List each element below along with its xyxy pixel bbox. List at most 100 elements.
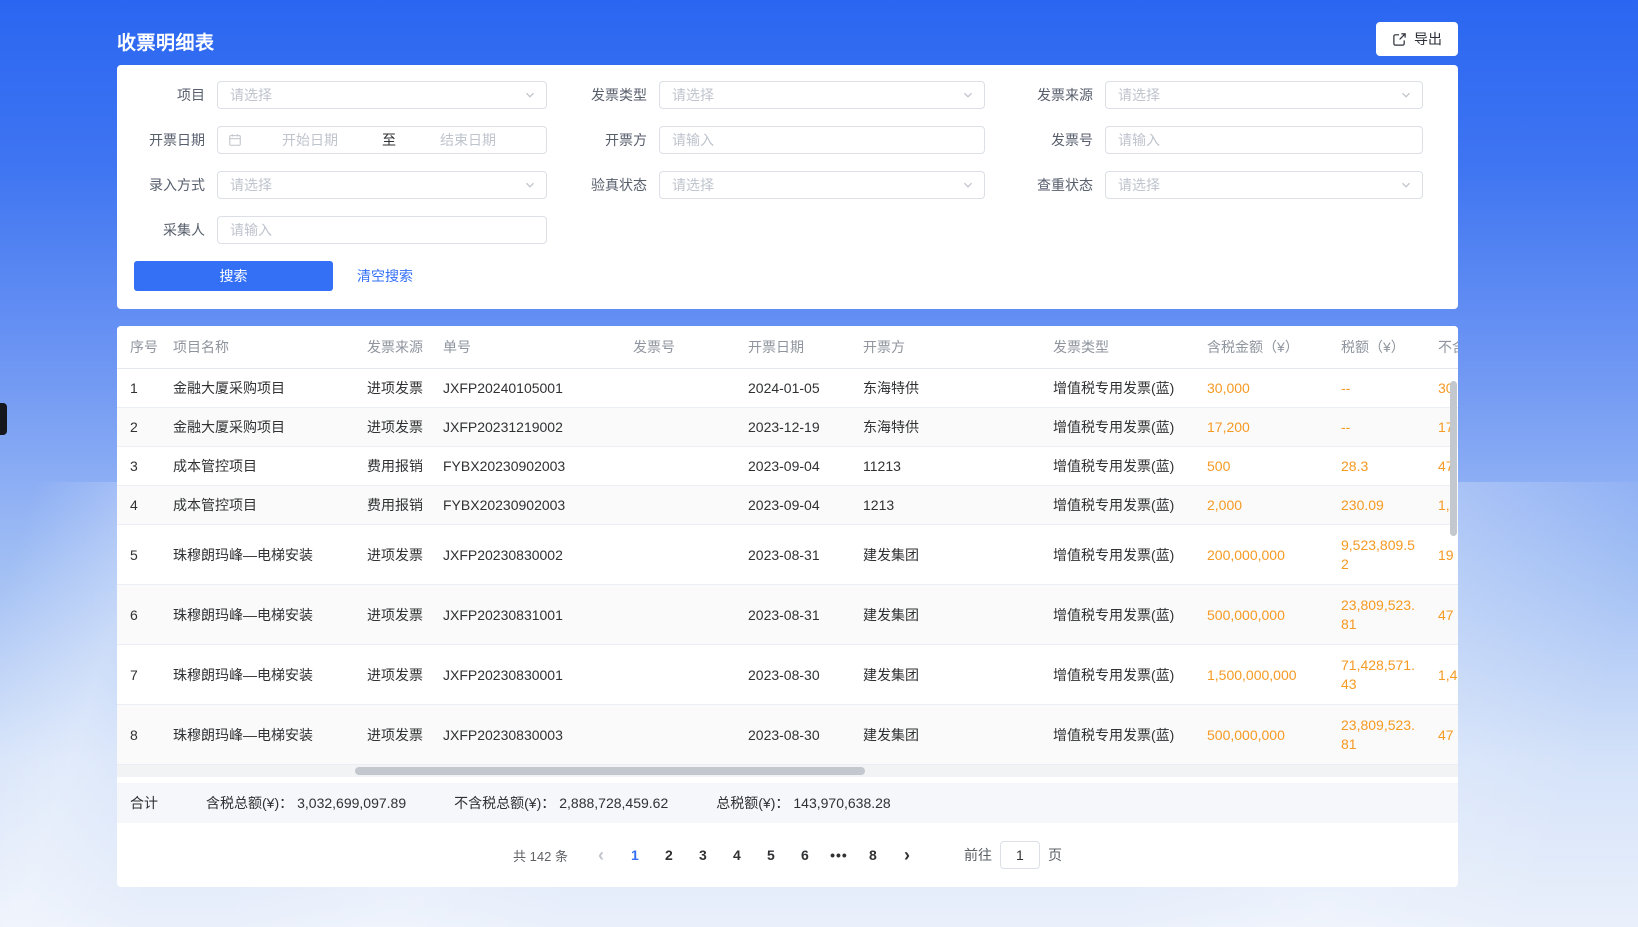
cell-project: 珠穆朗玛峰—电梯安装	[160, 545, 355, 565]
cell-source: 进项发票	[355, 417, 435, 437]
cell-amount-excl: 19	[1435, 547, 1458, 563]
table-row[interactable]: 7珠穆朗玛峰—电梯安装进项发票JXFP202308300012023-08-30…	[117, 645, 1458, 705]
project-select[interactable]: 请选择	[217, 81, 547, 109]
pagination: 共 142 条 ‹ 1 2 3 4 5 6 ••• 8 › 前往 页	[117, 823, 1458, 887]
side-drawer-handle[interactable]	[0, 403, 7, 435]
goto-unit: 页	[1048, 845, 1062, 865]
table-header-row: 序号 项目名称 发票来源 单号 发票号 开票日期 开票方 发票类型 含税金额（¥…	[117, 326, 1458, 369]
search-button[interactable]: 搜索	[134, 261, 333, 291]
cell-date: 2023-08-31	[735, 607, 855, 623]
summary-total-tax: 总税额(¥)：143,970,638.28	[716, 793, 890, 813]
cell-source: 进项发票	[355, 725, 435, 745]
chevron-down-icon	[524, 179, 536, 191]
cell-project: 成本管控项目	[160, 495, 355, 515]
entry-method-select[interactable]: 请选择	[217, 171, 547, 199]
collector-input[interactable]	[217, 216, 547, 244]
table-row[interactable]: 3成本管控项目费用报销FYBX202309020032023-09-041121…	[117, 447, 1458, 486]
page-button-5[interactable]: 5	[757, 841, 785, 869]
col-header-amount-incl: 含税金额（¥）	[1195, 337, 1330, 357]
verify-status-select[interactable]: 请选择	[659, 171, 985, 199]
cell-tax: 23,809,523.81	[1330, 716, 1435, 754]
cell-type: 增值税专用发票(蓝)	[1045, 417, 1195, 437]
cell-seq: 6	[117, 607, 160, 623]
entry-method-select-placeholder: 请选择	[230, 175, 272, 195]
dup-check-status-select[interactable]: 请选择	[1105, 171, 1423, 199]
cell-amount-incl: 17,200	[1195, 419, 1330, 435]
chevron-down-icon	[1400, 179, 1412, 191]
filter-project: 项目 请选择	[117, 81, 559, 109]
cell-tax: 9,523,809.52	[1330, 536, 1435, 574]
table-row[interactable]: 6珠穆朗玛峰—电梯安装进项发票JXFP20230831001 2023-08-31…	[117, 585, 1458, 645]
cell-order-no: JXFP20230831001	[435, 607, 625, 623]
cell-date: 2023-08-31	[735, 547, 855, 563]
cell-date: 2023-09-04	[735, 458, 855, 474]
cell-tax: 71,428,571.43	[1330, 656, 1435, 694]
cell-source: 费用报销	[355, 456, 435, 476]
prev-page-button[interactable]: ‹	[587, 841, 615, 869]
cell-source: 进项发票	[355, 605, 435, 625]
cell-tax: --	[1330, 418, 1435, 437]
collector-label: 采集人	[117, 220, 217, 240]
export-button[interactable]: 导出	[1376, 22, 1458, 56]
next-page-button[interactable]: ›	[893, 841, 921, 869]
more-pages-button[interactable]: •••	[825, 841, 853, 869]
verify-status-label: 验真状态	[559, 175, 659, 195]
goto-page-input[interactable]	[1000, 841, 1040, 869]
chevron-down-icon	[962, 89, 974, 101]
invoice-source-select[interactable]: 请选择	[1105, 81, 1423, 109]
invoice-no-label: 发票号	[1005, 130, 1105, 150]
horizontal-scrollbar[interactable]	[117, 765, 1458, 777]
date-separator: 至	[378, 130, 400, 150]
cell-seq: 5	[117, 547, 160, 563]
cell-project: 珠穆朗玛峰—电梯安装	[160, 605, 355, 625]
page-button-2[interactable]: 2	[655, 841, 683, 869]
table-row[interactable]: 5珠穆朗玛峰—电梯安装进项发票JXFP202308300022023-08-31…	[117, 525, 1458, 585]
page-button-1[interactable]: 1	[621, 841, 649, 869]
page-button-4[interactable]: 4	[723, 841, 751, 869]
cell-source: 费用报销	[355, 495, 435, 515]
cell-amount-incl: 2,000	[1195, 497, 1330, 513]
cell-type: 增值税专用发票(蓝)	[1045, 545, 1195, 565]
cell-date: 2023-08-30	[735, 727, 855, 743]
issuer-label: 开票方	[559, 130, 659, 150]
page-button-8[interactable]: 8	[859, 841, 887, 869]
horizontal-scrollbar-thumb[interactable]	[355, 767, 865, 775]
page-button-3[interactable]: 3	[689, 841, 717, 869]
cell-order-no: JXFP20231219002	[435, 419, 625, 435]
table-row[interactable]: 2金融大厦采购项目进项发票JXFP202312190022023-12-19东海…	[117, 408, 1458, 447]
invoice-date-label: 开票日期	[117, 130, 217, 150]
export-icon	[1392, 32, 1407, 47]
cell-issuer: 东海特供	[855, 417, 1045, 437]
table-row[interactable]: 1金融大厦采购项目进项发票JXFP202401050012024-01-05东海…	[117, 369, 1458, 408]
cell-amount-incl: 500,000,000	[1195, 607, 1330, 623]
vertical-scrollbar-thumb[interactable]	[1450, 381, 1457, 536]
table-row[interactable]: 8珠穆朗玛峰—电梯安装进项发票JXFP202308300032023-08-30…	[117, 705, 1458, 765]
cell-seq: 2	[117, 419, 160, 435]
cell-issuer: 建发集团	[855, 665, 1045, 685]
cell-seq: 7	[117, 667, 160, 683]
cell-seq: 8	[117, 727, 160, 743]
col-header-invoice-no: 发票号	[625, 337, 735, 357]
summary-total-tax-label: 总税额(¥)：	[716, 795, 789, 811]
cell-order-no: FYBX20230902003	[435, 458, 625, 474]
filter-verify-status: 验真状态 请选择	[559, 171, 1005, 199]
filter-invoice-source: 发票来源 请选择	[1005, 81, 1458, 109]
col-header-issuer: 开票方	[855, 337, 1045, 357]
invoice-source-label: 发票来源	[1005, 85, 1105, 105]
table-row[interactable]: 4成本管控项目费用报销FYBX202309020032023-09-041213…	[117, 486, 1458, 525]
cell-source: 进项发票	[355, 665, 435, 685]
filter-invoice-type: 发票类型 请选择	[559, 81, 1005, 109]
invoice-date-range[interactable]: 开始日期 至 结束日期	[217, 126, 547, 154]
cell-order-no: JXFP20230830002	[435, 547, 625, 563]
cell-issuer: 建发集团	[855, 725, 1045, 745]
export-label: 导出	[1414, 29, 1442, 49]
clear-search-link[interactable]: 清空搜索	[357, 266, 413, 286]
issuer-input[interactable]	[659, 126, 985, 154]
cell-amount-incl: 1,500,000,000	[1195, 667, 1330, 683]
invoice-type-select[interactable]: 请选择	[659, 81, 985, 109]
cell-type: 增值税专用发票(蓝)	[1045, 495, 1195, 515]
dup-check-status-label: 查重状态	[1005, 175, 1105, 195]
col-header-seq: 序号	[117, 337, 160, 357]
invoice-no-input[interactable]	[1105, 126, 1423, 154]
page-button-6[interactable]: 6	[791, 841, 819, 869]
